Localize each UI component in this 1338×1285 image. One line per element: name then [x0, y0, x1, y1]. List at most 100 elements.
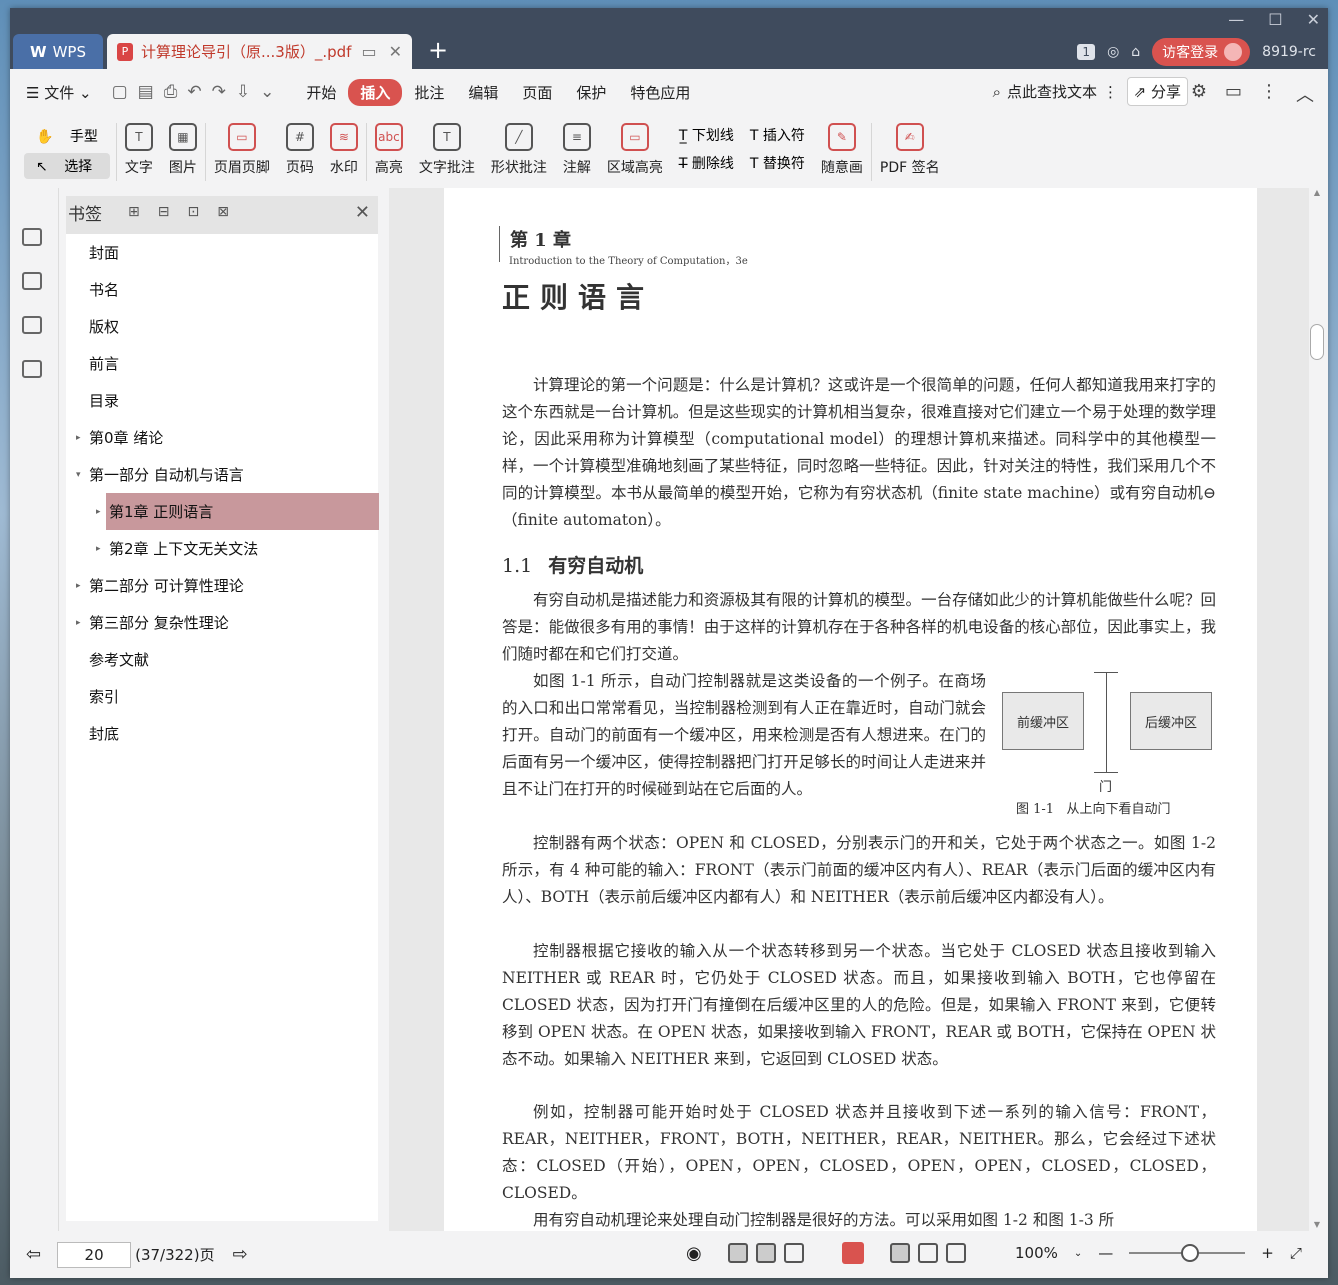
save-icon[interactable]: ▤	[138, 82, 154, 102]
bookmark-item[interactable]: ▸ 第0章 绪论	[66, 419, 378, 456]
next-page-icon[interactable]: ⇨	[233, 1244, 248, 1265]
bookmark-settings-icon[interactable]: ⊠	[217, 204, 229, 220]
eye-care-icon[interactable]: ◉	[686, 1243, 702, 1264]
thumbnail-icon[interactable]	[22, 272, 42, 290]
expand-bookmark-icon[interactable]: ⊡	[187, 204, 199, 220]
tab-comment[interactable]: 批注	[402, 79, 456, 106]
caret-right-icon[interactable]: ▸	[76, 618, 81, 628]
bookmark-item[interactable]: ▾ 第一部分 自动机与语言	[66, 456, 378, 493]
guest-login-button[interactable]: 访客登录	[1152, 37, 1251, 66]
more-icon[interactable]: ⋮	[1260, 81, 1278, 107]
settings-gear-icon[interactable]: ⚙	[1191, 81, 1207, 107]
caret-right-icon[interactable]: ▸	[76, 581, 81, 591]
single-page-icon[interactable]	[756, 1243, 776, 1263]
bookmark-item[interactable]: 版权	[66, 308, 378, 345]
strikethrough-button[interactable]: T̶ 删除线	[679, 153, 734, 173]
add-child-bookmark-icon[interactable]: ⊟	[158, 204, 170, 220]
tab-page[interactable]: 页面	[510, 79, 564, 106]
header-footer-button[interactable]: ▭ 页眉页脚	[214, 123, 270, 177]
search-box[interactable]: ⌕ 点此查找文本 ⋮	[993, 81, 1118, 102]
caret-right-icon[interactable]: ▸	[96, 544, 101, 554]
tab-special[interactable]: 特色应用	[618, 79, 702, 106]
caret-right-icon[interactable]: ▸	[76, 433, 81, 443]
double-page-icon[interactable]	[784, 1243, 804, 1263]
scrollbar-thumb[interactable]	[1310, 324, 1324, 360]
document-tab[interactable]: P 计算理论导引（原...3版）_.pdf ▭ ✕	[107, 34, 412, 69]
area-highlight-button[interactable]: ▭ 区域高亮	[607, 123, 663, 177]
zoom-in-icon[interactable]: +	[1261, 1244, 1274, 1262]
skin-icon[interactable]: ⌂	[1131, 44, 1140, 60]
cloud-icon[interactable]: ◎	[1107, 44, 1119, 60]
minimize-icon[interactable]: —	[1228, 10, 1244, 29]
undo-icon[interactable]: ↶	[187, 82, 201, 102]
tab-edit[interactable]: 编辑	[456, 79, 510, 106]
zoom-level[interactable]: 100%	[1015, 1244, 1058, 1262]
signature-panel-icon[interactable]	[22, 360, 42, 378]
scroll-up-icon[interactable]: ▲	[1310, 188, 1324, 197]
bookmark-item[interactable]: 书名	[66, 271, 378, 308]
insert-text-button[interactable]: T 文字	[124, 123, 153, 177]
bookmark-item[interactable]: 参考文献	[66, 641, 378, 678]
close-window-icon[interactable]: ✕	[1307, 10, 1320, 29]
bookmark-item[interactable]: ▸ 第1章 正则语言	[96, 493, 379, 530]
fullscreen-icon[interactable]: ⤢	[1290, 1244, 1302, 1262]
wps-home-tab[interactable]: W WPS	[13, 34, 103, 69]
caret-right-icon[interactable]: ▸	[96, 507, 101, 517]
open-folder-icon[interactable]: ▢	[112, 82, 128, 102]
zoom-slider[interactable]	[1129, 1244, 1246, 1262]
bookmark-item[interactable]: ▸ 第2章 上下文无关文法	[66, 530, 378, 567]
bookmark-item[interactable]: 索引	[66, 678, 378, 715]
more-dropdown-icon[interactable]: ⌄	[260, 82, 274, 102]
tab-insert[interactable]: 插入	[348, 78, 403, 106]
bookmark-item[interactable]: 目录	[66, 382, 378, 419]
bookmark-item[interactable]: 前言	[66, 345, 378, 382]
note-button[interactable]: ≡ 注解	[562, 123, 591, 177]
collapse-ribbon-icon[interactable]: ︿	[1296, 81, 1314, 107]
add-bookmark-icon[interactable]: ⊞	[128, 204, 140, 220]
zoom-dropdown-icon[interactable]: ⌄	[1074, 1248, 1082, 1259]
zoom-slider-knob[interactable]	[1181, 1244, 1200, 1262]
bookmark-panel-icon[interactable]	[22, 228, 42, 246]
highlight-button[interactable]: abc 高亮	[374, 123, 403, 177]
document-viewport[interactable]: 第 1 章 Introduction to the Theory of Comp…	[389, 188, 1309, 1231]
page-number-button[interactable]: # 页码	[285, 123, 314, 177]
bookmark-item[interactable]: 封面	[66, 234, 378, 271]
user-id-label[interactable]: 8919-rc	[1262, 44, 1316, 60]
file-menu[interactable]: ☰ 文件 ⌄	[10, 79, 104, 106]
watermark-button[interactable]: ≋ 水印	[329, 123, 358, 177]
shape-comment-button[interactable]: ╱ 形状批注	[491, 123, 547, 177]
annotation-icon[interactable]	[22, 316, 42, 334]
page-count-badge[interactable]: 1	[1077, 43, 1096, 60]
fit-page-icon[interactable]	[918, 1243, 938, 1263]
zoom-out-icon[interactable]: —	[1098, 1244, 1113, 1262]
prev-page-icon[interactable]: ⇦	[26, 1244, 41, 1265]
hand-tool-button[interactable]: ✋ 手型	[24, 123, 110, 149]
print-icon[interactable]: ⎙	[164, 82, 178, 102]
chat-icon[interactable]: ▭	[1225, 81, 1242, 107]
new-tab-icon[interactable]: +	[428, 36, 448, 64]
insert-char-button[interactable]: T 插入符	[750, 125, 805, 145]
bookmark-item[interactable]: ▸ 第三部分 复杂性理论	[66, 604, 378, 641]
export-icon[interactable]: ⇩	[236, 82, 250, 102]
text-comment-button[interactable]: T 文字批注	[419, 123, 475, 177]
underline-button[interactable]: T̲ 下划线	[679, 125, 734, 145]
pdf-sign-button[interactable]: ✍ PDF 签名	[880, 123, 940, 177]
more-vertical-icon[interactable]: ⋮	[1103, 83, 1118, 101]
tab-protect[interactable]: 保护	[564, 79, 618, 106]
fit-width-icon[interactable]	[946, 1243, 966, 1263]
play-slideshow-icon[interactable]	[842, 1242, 864, 1264]
scroll-down-icon[interactable]: ▼	[1310, 1220, 1324, 1229]
tab-screen-icon[interactable]: ▭	[361, 42, 376, 61]
close-panel-icon[interactable]: ✕	[355, 202, 370, 223]
actual-size-icon[interactable]	[890, 1243, 910, 1263]
tab-start[interactable]: 开始	[294, 79, 348, 106]
maximize-icon[interactable]: ☐	[1268, 10, 1282, 29]
caret-down-icon[interactable]: ▾	[76, 470, 81, 480]
vertical-scrollbar[interactable]: ▲ ▼	[1310, 188, 1324, 1231]
select-tool-button[interactable]: ↖ 选择	[24, 153, 110, 179]
replace-char-button[interactable]: T 替换符	[750, 153, 805, 173]
freehand-button[interactable]: ✎ 随意画	[821, 123, 863, 177]
page-number-input[interactable]: 20	[57, 1241, 132, 1268]
bookmark-item[interactable]: 封底	[66, 715, 378, 752]
insert-image-button[interactable]: ▦ 图片	[168, 123, 197, 177]
